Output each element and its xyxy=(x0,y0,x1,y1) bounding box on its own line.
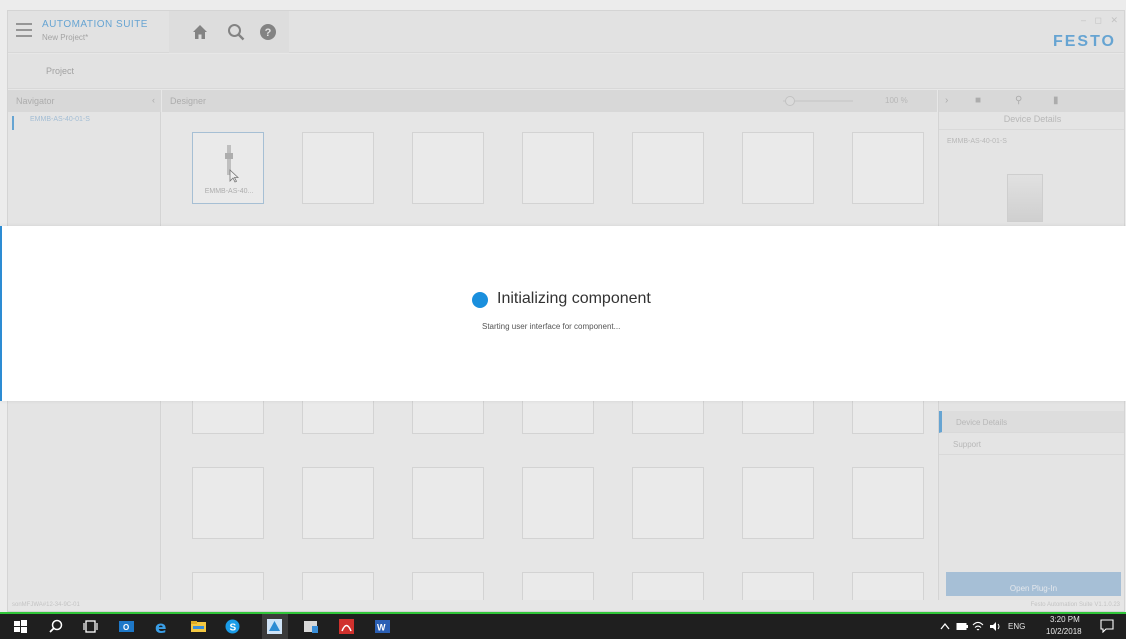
edge-icon[interactable]: e xyxy=(154,618,171,635)
file-explorer-icon[interactable] xyxy=(190,618,207,635)
loading-title: Initializing component xyxy=(497,290,651,307)
battery-icon[interactable] xyxy=(956,622,968,631)
svg-text:e: e xyxy=(155,618,167,635)
chevron-up-icon[interactable] xyxy=(940,622,950,630)
input-language[interactable]: ENG xyxy=(1008,622,1025,631)
windows-taskbar: O e S W ENG 3:20 PM 10/2/2018 xyxy=(0,614,1126,639)
task-view-icon[interactable] xyxy=(82,618,99,635)
outlook-icon[interactable]: O xyxy=(118,618,135,635)
wifi-icon[interactable] xyxy=(972,621,984,632)
clock-date[interactable]: 10/2/2018 xyxy=(1046,627,1082,636)
svg-text:O: O xyxy=(123,623,129,632)
search-icon[interactable] xyxy=(48,618,65,635)
notifications-icon[interactable] xyxy=(1100,619,1114,633)
svg-text:W: W xyxy=(377,623,386,633)
svg-text:S: S xyxy=(230,623,237,634)
loading-spinner-icon xyxy=(472,292,488,308)
windows-icon[interactable] xyxy=(12,618,29,635)
automation-suite-icon[interactable] xyxy=(266,618,283,635)
loading-dialog: Initializing component Starting user int… xyxy=(0,226,1126,401)
app-icon[interactable] xyxy=(302,618,319,635)
volume-icon[interactable] xyxy=(989,621,1003,632)
acrobat-icon[interactable] xyxy=(338,618,355,635)
skype-icon[interactable]: S xyxy=(224,618,241,635)
clock-time[interactable]: 3:20 PM xyxy=(1050,615,1080,624)
loading-subtitle: Starting user interface for component... xyxy=(482,322,621,331)
word-icon[interactable]: W xyxy=(374,618,391,635)
